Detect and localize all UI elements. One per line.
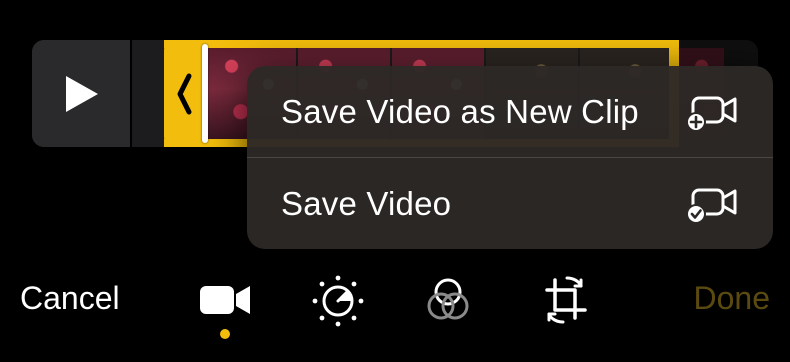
filters-icon — [427, 278, 469, 320]
cancel-button[interactable]: Cancel — [20, 280, 120, 317]
tool-filters-button[interactable] — [420, 272, 480, 328]
done-button[interactable]: Done — [694, 280, 771, 317]
crop-rotate-icon — [545, 276, 587, 324]
save-options-menu: Save Video as New Clip Save Video — [247, 66, 773, 249]
menu-item-label: Save Video as New Clip — [281, 92, 639, 130]
trim-handle-left[interactable] — [164, 40, 204, 147]
chevron-left-icon — [177, 73, 192, 114]
video-plus-icon — [686, 96, 737, 132]
play-button[interactable] — [32, 40, 130, 147]
video-camera-icon — [200, 286, 250, 314]
playhead[interactable] — [202, 44, 208, 143]
trim-frame-top — [164, 40, 679, 48]
tool-adjust-button[interactable] — [308, 272, 368, 328]
menu-item-label: Save Video — [281, 184, 452, 222]
adjust-dial-icon — [312, 275, 364, 327]
active-tool-indicator — [220, 329, 230, 339]
play-icon — [66, 75, 98, 112]
timeline-gap — [130, 40, 166, 147]
tool-video-button[interactable] — [195, 272, 255, 328]
video-check-icon — [686, 188, 737, 224]
save-as-new-clip-menu-item[interactable]: Save Video as New Clip — [247, 66, 773, 157]
save-video-menu-item[interactable]: Save Video — [247, 158, 773, 249]
tool-crop-button[interactable] — [535, 272, 595, 328]
